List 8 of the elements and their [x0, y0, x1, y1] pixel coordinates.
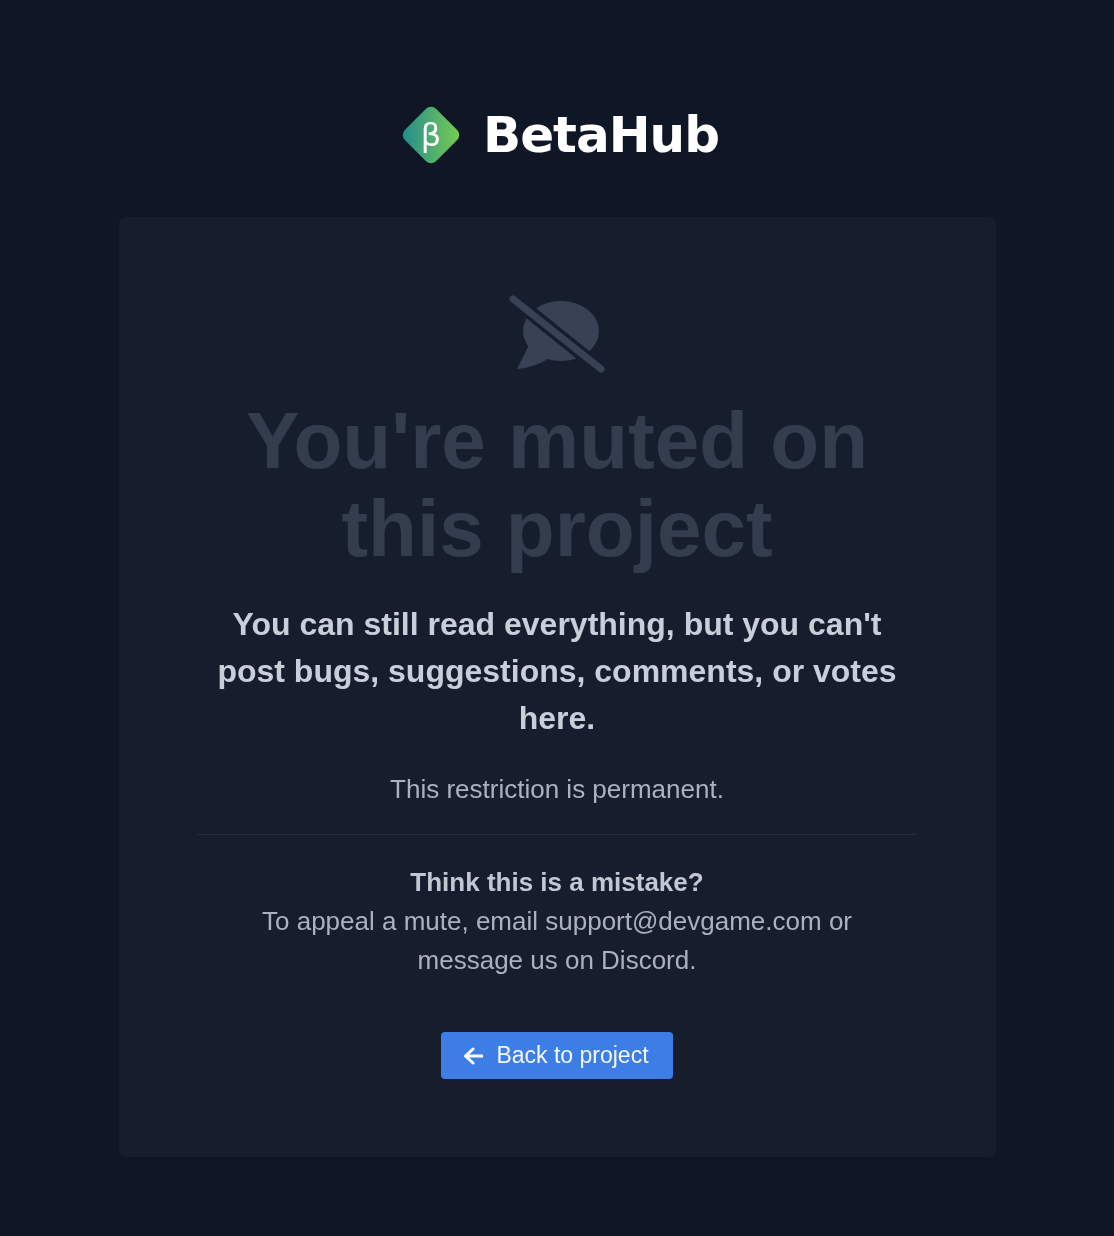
left-arrow-icon	[463, 1046, 484, 1065]
appeal-heading: Think this is a mistake?	[410, 866, 704, 899]
comment-slash-icon	[507, 295, 607, 375]
back-button[interactable]: Back to project	[441, 1032, 673, 1079]
mute-message: You can still read everything, but you can't post bugs, suggestions, comments, or votes here.	[216, 605, 898, 738]
brand-name: BetaHub	[483, 106, 719, 164]
appeal-text: To appeal a mute, email support@devgame.com or message us on Discord.	[261, 905, 853, 977]
restriction-status: This restriction is permanent.	[390, 773, 724, 806]
